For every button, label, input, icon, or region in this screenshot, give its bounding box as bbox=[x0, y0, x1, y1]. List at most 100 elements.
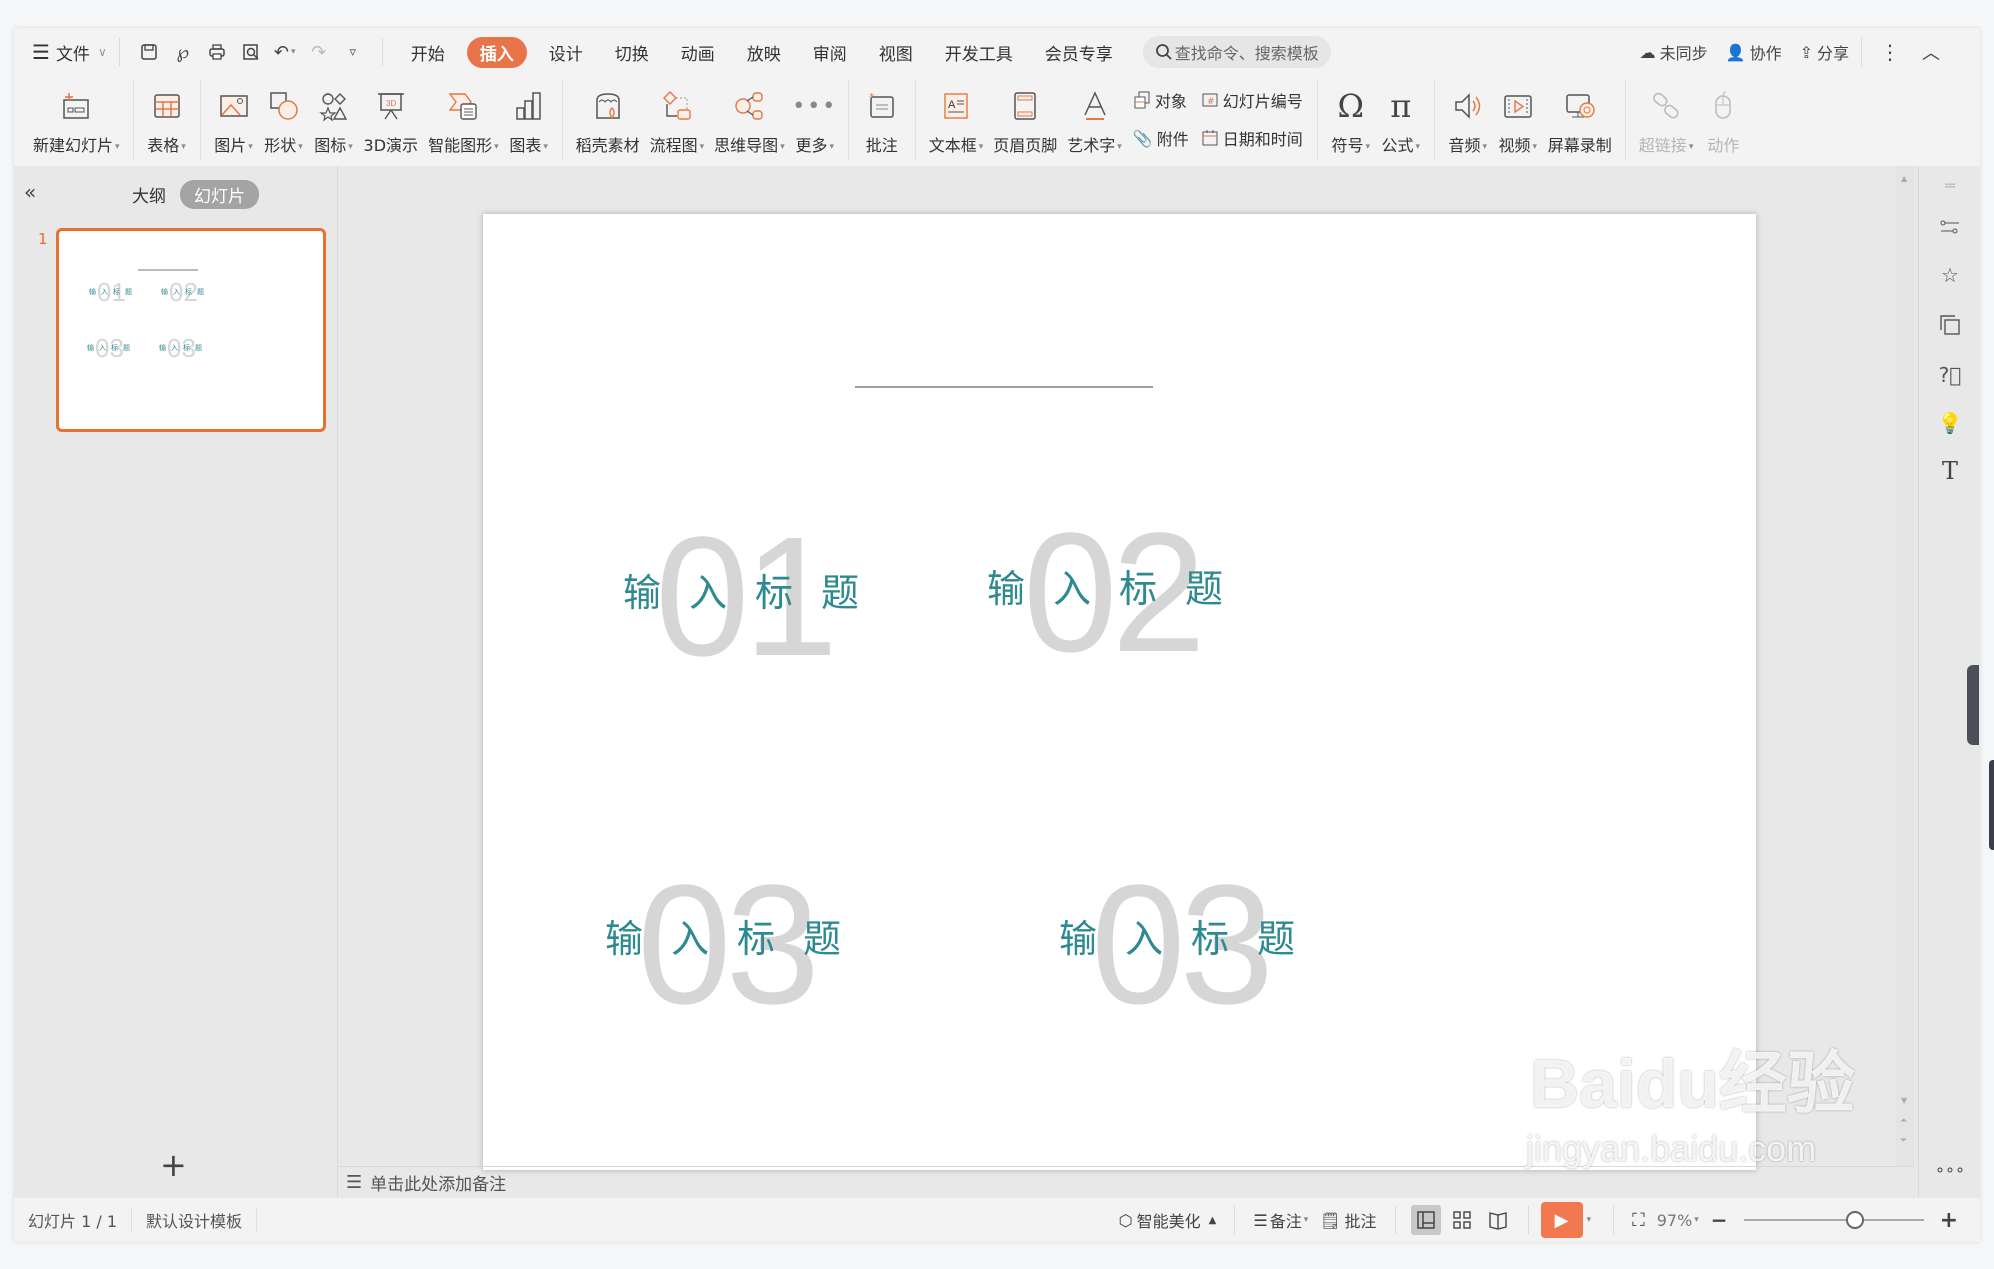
more-options-icon[interactable]: ⋮ bbox=[1880, 40, 1900, 64]
format-painter-icon[interactable]: ℘ bbox=[172, 41, 194, 63]
action-button[interactable]: 动作 bbox=[1703, 76, 1743, 156]
fit-window-button[interactable]: ⛶ bbox=[1632, 1210, 1645, 1231]
screen-record-button[interactable]: 屏幕录制 bbox=[1548, 76, 1612, 156]
symbol-button[interactable]: Ω 符号 ▾ bbox=[1331, 76, 1371, 156]
flowchart-button[interactable]: 流程图 ▾ bbox=[650, 76, 704, 156]
normal-view-button[interactable] bbox=[1410, 1205, 1441, 1235]
undo-icon[interactable]: ↶ ▾ bbox=[274, 41, 296, 63]
icon-library-button[interactable]: 图标 ▾ bbox=[314, 76, 354, 156]
collaborate-button[interactable]: 👤 协作 bbox=[1726, 40, 1782, 64]
header-footer-button[interactable]: 页眉页脚 bbox=[993, 76, 1057, 156]
animation-star-icon[interactable]: ☆ bbox=[1937, 262, 1963, 288]
smartart-button[interactable]: 智能图形 ▾ bbox=[428, 76, 499, 156]
command-search-input[interactable]: 查找命令、搜索模板 bbox=[1142, 36, 1331, 68]
file-menu[interactable]: ☰ 文件 ∨ bbox=[32, 40, 107, 65]
notes-field[interactable]: ☰ 单击此处添加备注 bbox=[338, 1166, 1914, 1198]
section-title[interactable]: 输入标题 bbox=[605, 908, 869, 963]
sync-status-button[interactable]: ☁ 未同步 bbox=[1640, 40, 1708, 64]
smart-beautify-button[interactable]: ⬡ 智能美化 ▲ bbox=[1119, 1208, 1217, 1232]
help-icon[interactable]: ?⃝ bbox=[1937, 362, 1963, 388]
tab-slides[interactable]: 幻灯片 bbox=[180, 180, 259, 209]
audio-button[interactable]: 音频 ▾ bbox=[1448, 76, 1488, 156]
section-title[interactable]: 输入标题 bbox=[987, 558, 1251, 613]
video-icon bbox=[1498, 86, 1538, 126]
tab-view[interactable]: 视图 bbox=[879, 40, 913, 65]
template-name[interactable]: 默认设计模板 bbox=[132, 1208, 258, 1232]
zoom-in-button[interactable]: + bbox=[1940, 1208, 1958, 1233]
zoom-level-dropdown[interactable]: 97% ▾ bbox=[1657, 1211, 1699, 1230]
zoom-slider[interactable] bbox=[1743, 1211, 1924, 1229]
slide-number-button[interactable]: # 幻灯片编号 bbox=[1201, 88, 1303, 112]
more-button[interactable]: ••• 更多 ▾ bbox=[792, 76, 835, 156]
tab-member[interactable]: 会员专享 bbox=[1045, 40, 1113, 65]
tab-developer[interactable]: 开发工具 bbox=[945, 40, 1013, 65]
attachment-button[interactable]: 📎 附件 bbox=[1133, 126, 1189, 150]
zoom-out-button[interactable]: − bbox=[1711, 1208, 1728, 1232]
save-icon[interactable] bbox=[138, 41, 160, 63]
shape-button[interactable]: 形状 ▾ bbox=[264, 76, 304, 156]
add-slide-button[interactable]: + bbox=[160, 1146, 187, 1184]
comment-button[interactable]: * 批注 bbox=[862, 76, 902, 156]
more-tools-icon[interactable]: ∘∘∘ bbox=[1935, 1156, 1965, 1182]
slide[interactable]: 01 输入标题 02 输入标题 03 输入标题 03 输入标题 bbox=[483, 214, 1756, 1170]
tab-design[interactable]: 设计 bbox=[549, 40, 583, 65]
video-button[interactable]: 视频 ▾ bbox=[1498, 76, 1538, 156]
section-title[interactable]: 输入标题 bbox=[623, 562, 887, 617]
chart-icon bbox=[509, 86, 549, 126]
properties-sliders-icon[interactable] bbox=[1937, 214, 1963, 240]
scroll-down-icon[interactable]: ▼ bbox=[1901, 1096, 1907, 1105]
table-button[interactable]: 表格 ▾ bbox=[147, 76, 187, 156]
formula-button[interactable]: π 公式 ▾ bbox=[1381, 76, 1421, 156]
floating-side-handle[interactable] bbox=[1989, 760, 1994, 850]
slide-number-icon: # bbox=[1202, 93, 1218, 107]
comments-toggle-button[interactable]: 🗒 批注 bbox=[1320, 1208, 1376, 1232]
prev-slide-icon[interactable]: ⏶ bbox=[1900, 1116, 1907, 1126]
sorter-view-button[interactable] bbox=[1447, 1205, 1477, 1235]
collapse-panel-icon[interactable]: « bbox=[24, 180, 36, 204]
floating-meter-widget[interactable] bbox=[1967, 665, 1979, 745]
lightbulb-icon[interactable]: 💡 bbox=[1937, 410, 1963, 436]
tab-insert[interactable]: 插入 bbox=[466, 36, 527, 68]
fit-icon: ⛶ bbox=[1632, 1209, 1645, 1231]
datetime-button[interactable]: 日期和时间 bbox=[1201, 126, 1303, 150]
print-preview-icon[interactable] bbox=[240, 41, 262, 63]
redo-icon[interactable]: ↷ bbox=[308, 41, 330, 63]
share-icon: ⇪ bbox=[1799, 42, 1813, 62]
play-options-caret[interactable]: ▾ bbox=[1587, 1215, 1592, 1225]
slide-thumbnail[interactable]: 01 输入标题 02 输入标题 03 输入标题 03 输入标题 bbox=[56, 228, 326, 432]
tab-slideshow[interactable]: 放映 bbox=[747, 40, 781, 65]
tab-outline[interactable]: 大纲 bbox=[118, 180, 180, 209]
share-button[interactable]: ⇪ 分享 bbox=[1800, 40, 1849, 64]
wordart-button[interactable]: 艺术字 ▾ bbox=[1067, 76, 1122, 156]
3d-demo-button[interactable]: 3D 3D演示 bbox=[364, 76, 418, 156]
next-slide-icon[interactable]: ⏷ bbox=[1900, 1136, 1907, 1146]
play-slideshow-button[interactable]: ▶ bbox=[1540, 1202, 1583, 1238]
hyperlink-button[interactable]: 超链接 ▾ bbox=[1639, 76, 1693, 156]
docer-material-button[interactable]: 稻壳素材 bbox=[576, 76, 640, 156]
textbox-button[interactable]: A 文本框 ▾ bbox=[929, 76, 983, 156]
notes-toggle-button[interactable]: ☰ 备注 ▾ bbox=[1253, 1208, 1308, 1232]
tab-review[interactable]: 审阅 bbox=[813, 40, 847, 65]
section-title[interactable]: 输入标题 bbox=[1059, 908, 1323, 963]
scroll-up-icon[interactable]: ▲ bbox=[1901, 174, 1907, 183]
tab-transitions[interactable]: 切换 bbox=[615, 40, 649, 65]
customize-toolbar-icon[interactable]: ▿ bbox=[342, 41, 364, 63]
mindmap-button[interactable]: 思维导图 ▾ bbox=[714, 76, 785, 156]
status-right: ⬡ 智能美化 ▲ ☰ 备注 ▾ 🗒 批注 ▶ ▾ ⛶ 97% ▾ − + bbox=[1113, 1198, 1964, 1242]
title-placeholder-line[interactable] bbox=[855, 386, 1153, 388]
new-slide-button[interactable]: 新建幻灯片 ▾ bbox=[33, 76, 120, 156]
zoom-slider-handle[interactable] bbox=[1846, 1211, 1865, 1229]
picture-button[interactable]: 图片 ▾ bbox=[214, 76, 254, 156]
transition-icon[interactable] bbox=[1937, 312, 1963, 338]
collapse-ribbon-icon[interactable]: ︿ bbox=[1922, 39, 1940, 65]
tab-animation[interactable]: 动画 bbox=[681, 40, 715, 65]
drag-handle-icon[interactable]: ═ bbox=[1937, 172, 1963, 198]
print-icon[interactable] bbox=[206, 41, 228, 63]
reading-view-button[interactable] bbox=[1483, 1205, 1513, 1235]
object-button[interactable]: 对象 bbox=[1133, 88, 1189, 112]
text-icon[interactable]: T bbox=[1937, 457, 1963, 485]
vertical-scrollbar[interactable]: ▲ ▼ ⏶ ⏷ bbox=[1896, 166, 1914, 1166]
calendar-icon bbox=[1202, 130, 1218, 146]
chart-button[interactable]: 图表 ▾ bbox=[509, 76, 549, 156]
tab-home[interactable]: 开始 bbox=[411, 40, 445, 65]
